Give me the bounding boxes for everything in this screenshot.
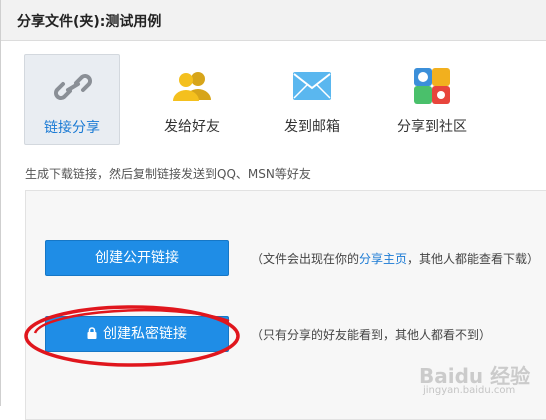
community-icon — [412, 68, 452, 104]
public-link-note: （文件会出现在你的分享主页，其他人都能查看下载） — [251, 250, 539, 267]
link-icon — [53, 69, 93, 105]
tab-share-to-community[interactable]: 分享到社区 — [384, 54, 480, 145]
envelope-icon — [292, 68, 332, 104]
tab-link-share[interactable]: 链接分享 — [24, 54, 120, 145]
friends-icon — [172, 68, 212, 104]
dialog-title-bar: 分享文件(夹):测试用例 — [1, 0, 546, 41]
baidu-watermark-url: jingyan.baidu.com — [423, 385, 516, 396]
dialog-title: 分享文件(夹):测试用例 — [17, 14, 162, 30]
share-homepage-link[interactable]: 分享主页 — [359, 252, 407, 266]
share-dialog: 分享文件(夹):测试用例 链接分享 发给好友 发到邮箱 分享到社区 生成下载链接… — [0, 0, 546, 420]
public-link-note-suffix: ，其他人都能查看下载） — [407, 252, 540, 266]
private-link-note: （只有分享的好友能看到，其他人都看不到） — [251, 328, 492, 342]
highlight-circle — [23, 303, 241, 369]
tab-send-to-friends[interactable]: 发给好友 — [144, 54, 240, 145]
create-public-link-button[interactable]: 创建公开链接 — [45, 240, 229, 276]
public-link-note-prefix: （文件会出现在你的 — [251, 252, 360, 266]
tab-send-to-email-label: 发到邮箱 — [284, 119, 340, 135]
tab-link-share-label: 链接分享 — [44, 120, 100, 136]
tab-share-to-community-label: 分享到社区 — [397, 119, 467, 135]
tab-send-to-email[interactable]: 发到邮箱 — [264, 54, 360, 145]
tab-send-to-friends-label: 发给好友 — [164, 119, 220, 135]
share-hint-text: 生成下载链接，然后复制链接发送到QQ、MSN等好友 — [25, 167, 311, 181]
create-public-link-label: 创建公开链接 — [95, 250, 179, 266]
